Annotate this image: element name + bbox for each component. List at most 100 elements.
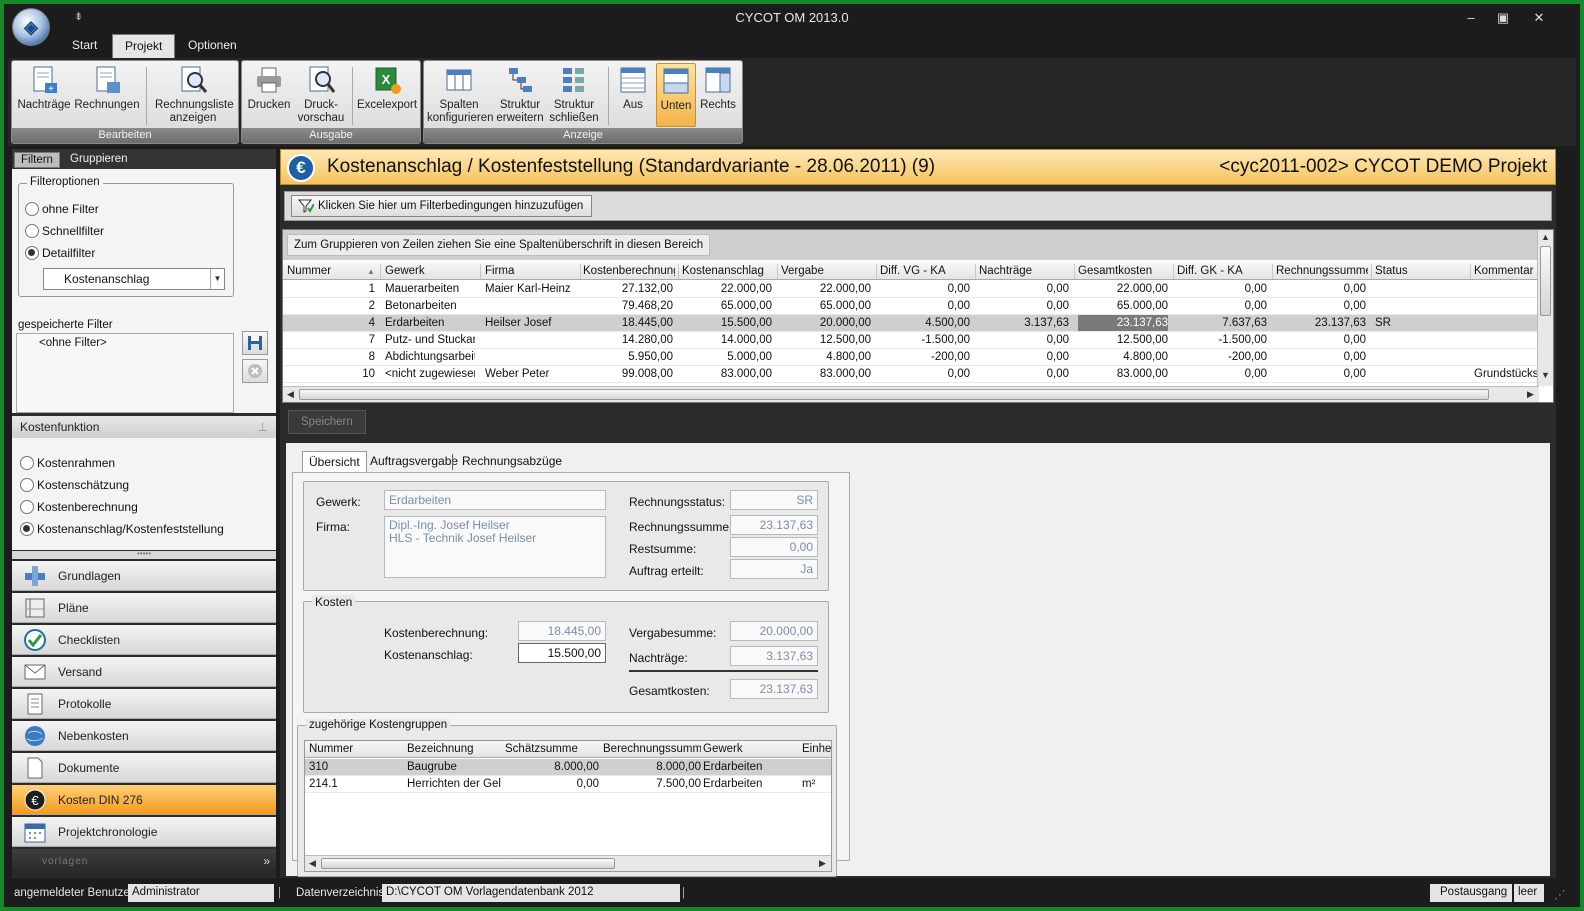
column-header[interactable]: Diff. GK - KA [1177, 265, 1269, 277]
nav-grundlagen[interactable]: Grundlagen [12, 561, 276, 591]
anzeige-rechts-button[interactable]: Rechts [698, 63, 738, 127]
minimize-icon[interactable]: – [1460, 10, 1482, 25]
rechnungen-button[interactable]: Rechnungen [74, 63, 140, 127]
resize-grip-icon[interactable]: ⋰ [1554, 887, 1566, 901]
kg-column-header[interactable]: Nummer [309, 743, 403, 755]
splitter-handle[interactable]: ••••• [12, 550, 276, 559]
column-header[interactable]: Nummer [287, 265, 377, 277]
kostenberechnung-field[interactable]: 18.445,00 [518, 621, 606, 641]
radio-schnellfilter[interactable]: Schnellfilter [25, 224, 104, 238]
group-panel[interactable]: Zum Gruppieren von Zeilen ziehen Sie ein… [283, 230, 1539, 260]
spalten-konfigurieren-button[interactable]: Spalten konfigurieren [426, 63, 493, 127]
horizontal-scrollbar[interactable]: ◀ ▶ [283, 386, 1539, 402]
radio-detailfilter[interactable]: Detailfilter [25, 246, 95, 260]
pin-icon[interactable]: ⊥ [258, 420, 268, 434]
kg-column-header[interactable]: Gewerk [703, 743, 799, 755]
nachtraege-button[interactable]: + Nachträge [14, 63, 74, 127]
column-header[interactable]: Vergabe [781, 265, 873, 277]
firma-field[interactable]: Dipl.-Ing. Josef Heilser HLS - Technik J… [384, 516, 606, 578]
column-header[interactable]: Gewerk [385, 265, 477, 277]
gesamtkosten-field[interactable]: 23.137,63 [730, 679, 818, 699]
nav-versand[interactable]: Versand [12, 657, 276, 687]
scroll-right-icon[interactable]: ▶ [819, 858, 826, 869]
kg-column-header[interactable]: Bezeichnung [407, 743, 501, 755]
chevron-down-icon[interactable]: ▼ [210, 269, 224, 289]
delete-filter-button[interactable] [242, 359, 268, 383]
vertical-scrollbar[interactable]: ▲ ▼ [1537, 230, 1553, 386]
auftrag-field[interactable]: Ja [730, 559, 818, 579]
rechnungssumme-field[interactable]: 23.137,63 [730, 515, 818, 535]
gewerk-field[interactable]: Erdarbeiten [384, 490, 606, 510]
filter-combo[interactable]: Kostenanschlag ▼ [43, 268, 225, 290]
column-header[interactable]: Gesamtkosten [1078, 265, 1170, 277]
scroll-left-icon[interactable]: ◀ [287, 389, 294, 400]
close-icon[interactable]: ✕ [1528, 10, 1550, 26]
table-row[interactable]: 7 Putz- und Stuckarbe 14.280,00 14.000,00 12… [283, 332, 1539, 349]
tab-optionen[interactable]: Optionen [176, 34, 249, 58]
maximize-icon[interactable]: ▣ [1492, 10, 1514, 26]
nav-protokolle[interactable]: Protokolle [12, 689, 276, 719]
nav-checklisten[interactable]: Checklisten [12, 625, 276, 655]
tab-filtern[interactable]: Filtern [14, 152, 60, 168]
tab-auftragsvergabe[interactable]: Auftragsvergabe [364, 451, 464, 472]
excelexport-button[interactable]: X Excelexport [356, 63, 418, 127]
kostenanschlag-field[interactable]: 15.500,00 [518, 643, 606, 663]
column-header[interactable]: Nachträge [979, 265, 1071, 277]
table-row[interactable]: 2 Betonarbeiten 79.468,20 65.000,00 65.000,0… [283, 298, 1539, 315]
app-menu-orb-icon[interactable]: ◈ [12, 8, 50, 46]
drucken-button[interactable]: Drucken [244, 63, 294, 127]
struktur-schliessen-button[interactable]: Struktur schließen [548, 63, 600, 127]
quick-access-icon[interactable]: ⇟ [74, 10, 83, 23]
nav-dokumente[interactable]: Dokumente [12, 753, 276, 783]
scroll-thumb[interactable] [321, 858, 615, 869]
radio-kostenanschlag[interactable]: Kostenanschlag/Kostenfeststellung [20, 522, 224, 536]
nav-nebenkosten[interactable]: Nebenkosten [12, 721, 276, 751]
column-header[interactable]: Status [1375, 265, 1467, 277]
nav-projektchronologie[interactable]: Projektchronologie [12, 817, 276, 847]
rechnungsliste-button[interactable]: Rechnungsliste anzeigen [152, 63, 234, 127]
save-filter-button[interactable] [242, 331, 268, 355]
tab-gruppieren[interactable]: Gruppieren [64, 152, 134, 168]
column-header[interactable]: Kostenanschlag [682, 265, 774, 277]
add-filter-button[interactable]: Klicken Sie hier um Filterbedingungen hi… [291, 195, 593, 217]
nachtraege-field[interactable]: 3.137,63 [730, 646, 818, 666]
table-row[interactable]: 10 <nicht zugewiesen> Weber Peter 99.008,00… [283, 366, 1539, 383]
radio-kostenschaetzung[interactable]: Kostenschätzung [20, 478, 129, 492]
kg-column-header[interactable]: Berechnungssumm [603, 743, 701, 755]
nav-kosten-din-276[interactable]: € Kosten DIN 276 [12, 785, 276, 815]
anzeige-unten-button[interactable]: Unten [656, 63, 696, 127]
kg-horizontal-scrollbar[interactable]: ◀ ▶ [305, 855, 831, 871]
column-header[interactable]: Firma [485, 265, 577, 277]
tab-uebersicht[interactable]: Übersicht [302, 451, 367, 472]
column-header[interactable]: Diff. VG - KA [880, 265, 972, 277]
sort-ascending-icon[interactable]: ▲ [367, 267, 375, 276]
tab-start[interactable]: Start [60, 34, 109, 58]
struktur-erweitern-button[interactable]: Struktur erweitern [494, 63, 546, 127]
druckvorschau-button[interactable]: Druck- vorschau [296, 63, 346, 127]
column-header[interactable]: Rechnungssumme [1276, 265, 1368, 277]
scroll-right-icon[interactable]: ▶ [1527, 389, 1534, 400]
kg-row[interactable]: 310 Baugrube 8.000,00 8.000,00 Erdarbeiten [305, 759, 831, 776]
scroll-thumb[interactable] [299, 389, 1489, 400]
expand-chevron-icon[interactable]: » [263, 854, 270, 868]
column-header[interactable]: Kommentar [1474, 265, 1540, 277]
kg-column-header[interactable]: Einhei [802, 743, 832, 755]
rechnungsstatus-field[interactable]: SR [730, 490, 818, 510]
speichern-button[interactable]: Speichern [288, 410, 366, 434]
table-row[interactable]: 8 Abdichtungsarbeite 5.950,00 5.000,00 4.800… [283, 349, 1539, 366]
nav-plaene[interactable]: Pläne [12, 593, 276, 623]
kg-column-header[interactable]: Schätzsumme [505, 743, 599, 755]
radio-kostenberechnung[interactable]: Kostenberechnung [20, 500, 138, 514]
vergabesumme-field[interactable]: 20.000,00 [730, 621, 818, 641]
table-row[interactable]: 4 Erdarbeiten Heilser Josef 18.445,00 15.500… [283, 315, 1539, 332]
column-header[interactable]: Kostenberechnung [583, 265, 675, 277]
saved-filter-item[interactable]: <ohne Filter> [39, 337, 107, 349]
tab-rechnungsabzuege[interactable]: Rechnungsabzüge [456, 451, 568, 472]
radio-kostenrahmen[interactable]: Kostenrahmen [20, 456, 115, 470]
scroll-thumb[interactable] [1540, 246, 1551, 316]
saved-filter-list[interactable]: <ohne Filter> [16, 333, 234, 413]
scroll-up-icon[interactable]: ▲ [1541, 232, 1550, 242]
scroll-left-icon[interactable]: ◀ [309, 858, 316, 869]
scroll-down-icon[interactable]: ▼ [1541, 370, 1550, 380]
restsumme-field[interactable]: 0,00 [730, 537, 818, 557]
